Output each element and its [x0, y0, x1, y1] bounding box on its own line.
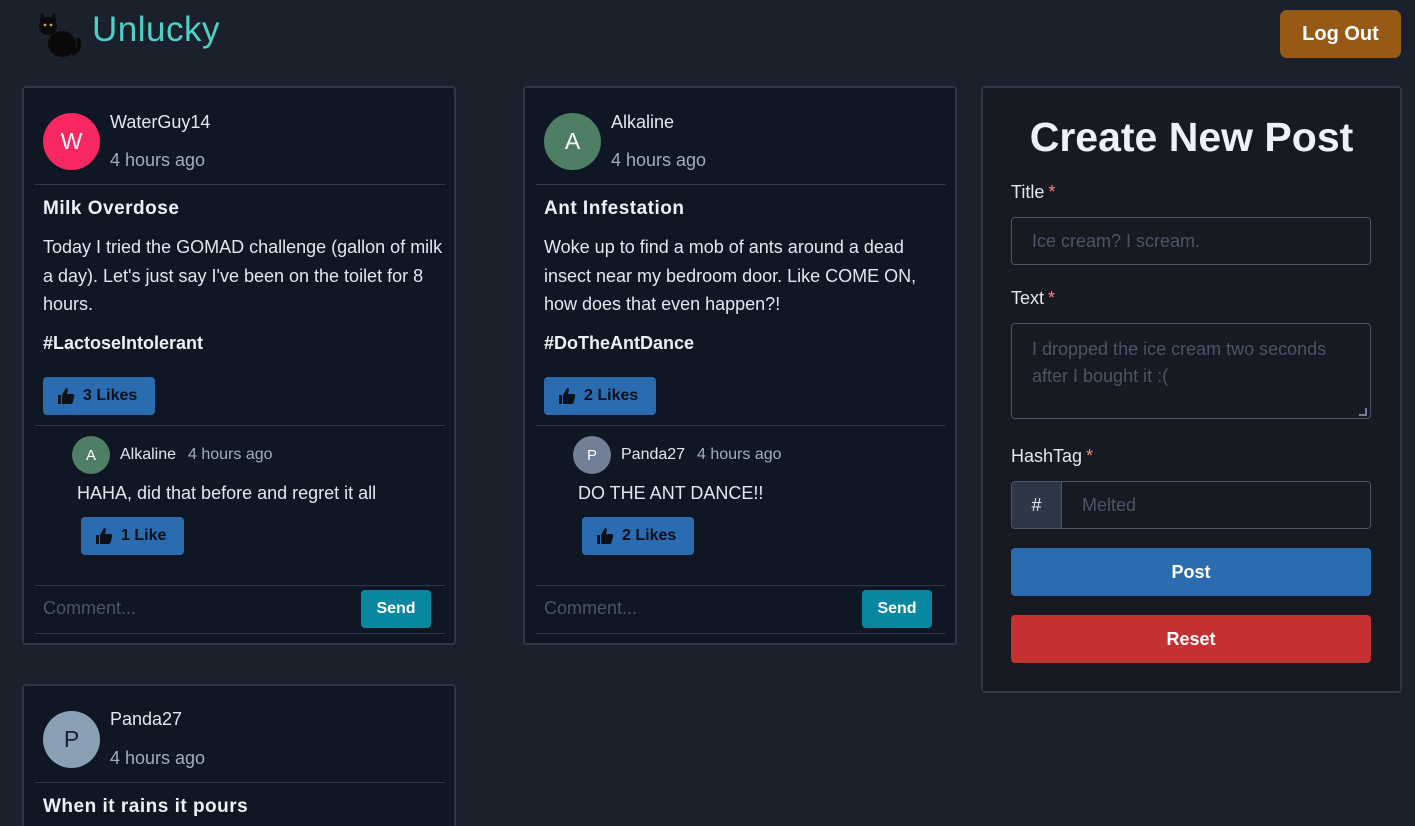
- thumbs-up-icon: [96, 528, 113, 544]
- comment-author[interactable]: Panda27: [621, 446, 685, 464]
- hashtag-input[interactable]: [1061, 481, 1371, 529]
- resize-handle-icon[interactable]: [1359, 408, 1367, 416]
- post-card: W WaterGuy14 4 hours ago Milk Overdose T…: [22, 86, 456, 645]
- avatar: A: [544, 113, 601, 170]
- post-time: 4 hours ago: [611, 150, 707, 170]
- like-button[interactable]: 3 Likes: [43, 377, 155, 415]
- post-author[interactable]: WaterGuy14: [110, 112, 210, 133]
- comment-time: 4 hours ago: [697, 446, 782, 463]
- divider: [35, 782, 445, 783]
- thumbs-up-icon: [559, 388, 576, 404]
- thumbs-up-icon: [58, 388, 75, 404]
- divider: [536, 425, 946, 426]
- avatar: A: [72, 436, 110, 474]
- brand-title[interactable]: Unlucky: [92, 10, 220, 50]
- divider: [35, 184, 445, 185]
- like-count: 3 Likes: [83, 387, 138, 404]
- divider: [35, 585, 445, 586]
- post-text: Today I tried the GOMAD challenge (gallo…: [43, 237, 443, 314]
- reset-button[interactable]: Reset: [1011, 615, 1371, 663]
- post-text: Woke up to find a mob of ants around a d…: [544, 237, 917, 314]
- divider: [536, 585, 946, 586]
- avatar: P: [573, 436, 611, 474]
- app-header: Unlucky Log Out: [0, 0, 1415, 70]
- title-input[interactable]: [1011, 217, 1371, 265]
- text-textarea[interactable]: [1011, 323, 1371, 419]
- post-author[interactable]: Panda27: [110, 709, 182, 730]
- post-button[interactable]: Post: [1011, 548, 1371, 596]
- hashtag-prefix: #: [1011, 481, 1062, 529]
- comment-like-button[interactable]: 2 Likes: [582, 517, 694, 555]
- black-cat-logo-icon: [39, 12, 82, 57]
- comment-input[interactable]: [43, 591, 353, 625]
- divider: [536, 184, 946, 185]
- divider: [536, 633, 946, 634]
- like-count: 2 Likes: [622, 527, 677, 544]
- comment-text: DO THE ANT DANCE!!: [578, 483, 764, 503]
- post-hashtag[interactable]: #LactoseIntolerant: [43, 333, 203, 354]
- form-heading: Create New Post: [1029, 114, 1354, 160]
- post-hashtag[interactable]: #DoTheAntDance: [544, 333, 694, 354]
- post-title: When it rains it pours: [43, 796, 249, 817]
- required-mark: *: [1086, 446, 1094, 466]
- logout-button[interactable]: Log Out: [1280, 10, 1401, 58]
- post-time: 4 hours ago: [110, 748, 206, 768]
- post-title: Milk Overdose: [43, 198, 180, 219]
- post-time: 4 hours ago: [110, 150, 206, 170]
- required-mark: *: [1048, 182, 1056, 202]
- required-mark: *: [1048, 288, 1056, 308]
- comment-like-button[interactable]: 1 Like: [81, 517, 184, 555]
- divider: [35, 425, 445, 426]
- comment-author[interactable]: Alkaline: [120, 446, 176, 464]
- thumbs-up-icon: [597, 528, 614, 544]
- post-card: P Panda27 4 hours ago When it rains it p…: [22, 684, 456, 826]
- post-author[interactable]: Alkaline: [611, 112, 674, 133]
- comment-time: 4 hours ago: [188, 446, 273, 463]
- title-label: Title *: [1011, 182, 1056, 202]
- hashtag-label: HashTag *: [1011, 446, 1094, 466]
- divider: [35, 633, 445, 634]
- post-card: A Alkaline 4 hours ago Ant Infestation W…: [523, 86, 957, 645]
- text-label: Text *: [1011, 288, 1056, 308]
- comment-input[interactable]: [544, 591, 854, 625]
- send-comment-button[interactable]: Send: [361, 590, 431, 628]
- avatar: W: [43, 113, 100, 170]
- like-count: 1 Like: [121, 527, 167, 544]
- like-button[interactable]: 2 Likes: [544, 377, 656, 415]
- comment-text: HAHA, did that before and regret it all: [77, 483, 377, 503]
- send-comment-button[interactable]: Send: [862, 590, 932, 628]
- create-post-form: Create New Post Title* Text* HashTag* # …: [981, 86, 1402, 693]
- post-title: Ant Infestation: [544, 198, 685, 219]
- like-count: 2 Likes: [584, 387, 639, 404]
- avatar: P: [43, 711, 100, 768]
